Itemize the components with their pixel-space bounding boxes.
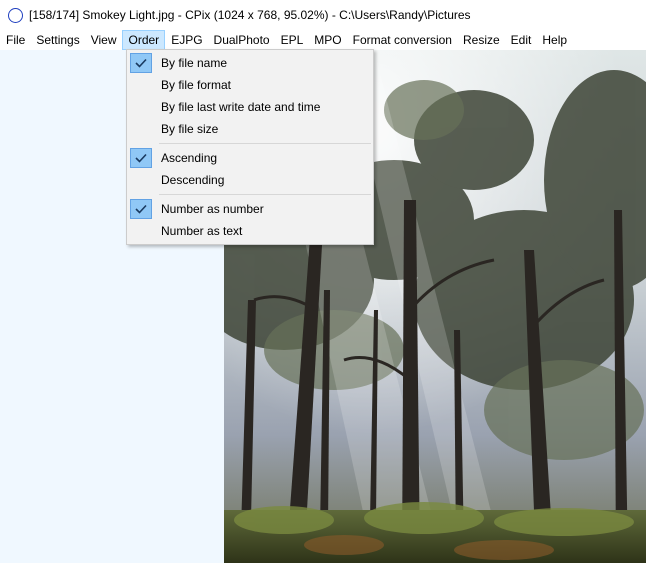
menu-item-label: By file last write date and time: [161, 100, 321, 114]
menu-item-label: Ascending: [161, 151, 218, 165]
checkmark-icon: [130, 199, 152, 219]
menu-settings[interactable]: Settings: [30, 30, 84, 50]
checkmark-icon: [130, 53, 152, 73]
menu-epl[interactable]: EPL: [275, 30, 309, 50]
menu-order[interactable]: Order: [121, 30, 166, 50]
menu-item-by-file-size[interactable]: By file size: [127, 118, 373, 140]
menu-mpo[interactable]: MPO: [308, 30, 346, 50]
menu-item-label: By file size: [161, 122, 219, 136]
menu-item-label: By file format: [161, 78, 232, 92]
window-title: [158/174] Smokey Light.jpg - CPix (1024 …: [29, 8, 471, 22]
menu-edit[interactable]: Edit: [505, 30, 537, 50]
menu-format-conversion[interactable]: Format conversion: [347, 30, 457, 50]
title-bar: [158/174] Smokey Light.jpg - CPix (1024 …: [0, 0, 646, 30]
menu-item-number-as-text[interactable]: Number as text: [127, 220, 373, 242]
menu-item-by-file-format[interactable]: By file format: [127, 74, 373, 96]
order-menu-dropdown: By file name By file format By file last…: [126, 49, 374, 245]
menu-item-number-as-number[interactable]: Number as number: [127, 198, 373, 220]
checkmark-icon: [130, 148, 152, 168]
menu-help[interactable]: Help: [536, 30, 572, 50]
menu-separator: [159, 194, 371, 195]
menu-item-label: Descending: [161, 173, 225, 187]
menu-file[interactable]: File: [0, 30, 30, 50]
menu-item-by-file-name[interactable]: By file name: [127, 52, 373, 74]
menu-dualphoto[interactable]: DualPhoto: [208, 30, 275, 50]
menu-item-label: By file name: [161, 56, 228, 70]
menu-view[interactable]: View: [85, 30, 122, 50]
menu-item-ascending[interactable]: Ascending: [127, 147, 373, 169]
menu-item-label: Number as number: [161, 202, 264, 216]
menu-bar: File Settings View Order EJPG DualPhoto …: [0, 30, 646, 50]
menu-item-descending[interactable]: Descending: [127, 169, 373, 191]
menu-ejpg[interactable]: EJPG: [165, 30, 207, 50]
menu-separator: [159, 143, 371, 144]
menu-item-by-last-write-date[interactable]: By file last write date and time: [127, 96, 373, 118]
app-circle-icon: [8, 7, 23, 23]
menu-resize[interactable]: Resize: [457, 30, 505, 50]
menu-item-label: Number as text: [161, 224, 243, 238]
